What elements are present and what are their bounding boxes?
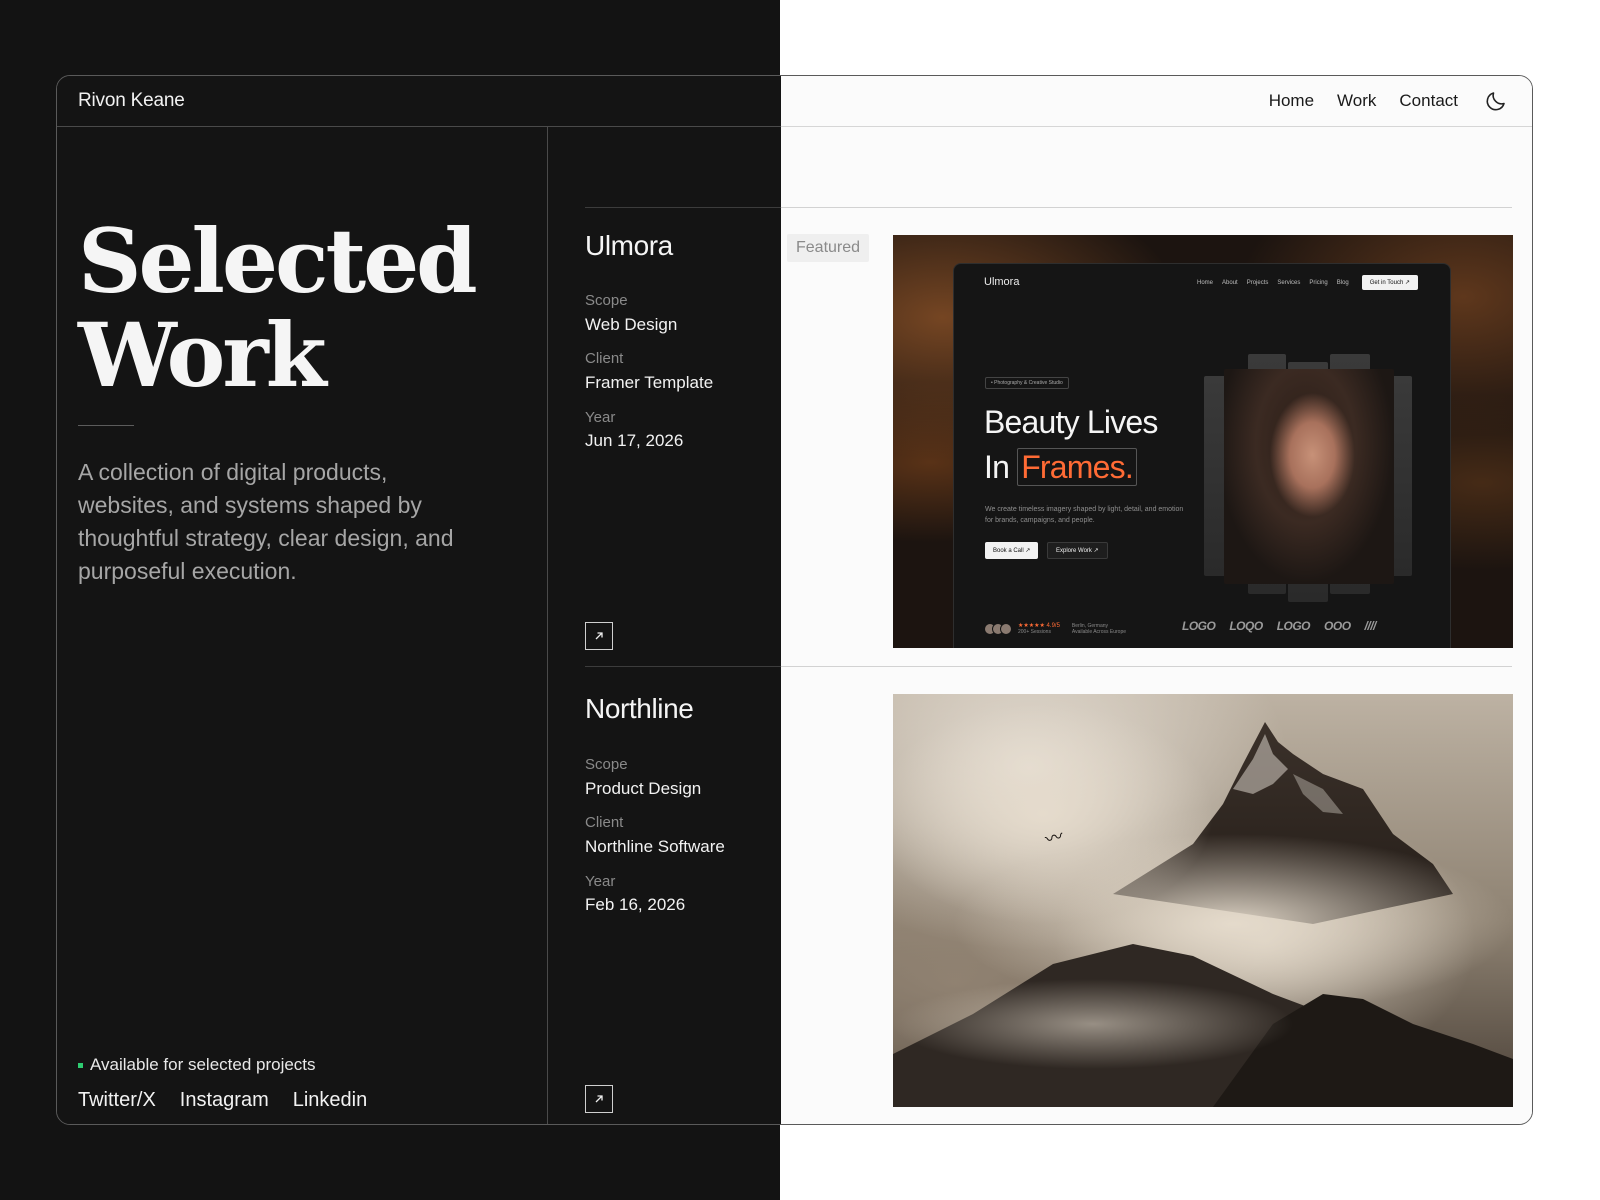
website-mockup: Ulmora Home About Projects Services Pric… — [953, 263, 1451, 648]
header-divider — [781, 126, 1532, 127]
mockup-nav-item: Home — [1197, 280, 1214, 286]
mockup-nav-item: Services — [1277, 280, 1301, 286]
page-description: A collection of digital products, websit… — [78, 459, 454, 584]
availability-status: Available for selected projects — [78, 1055, 316, 1075]
mockup-portrait — [1224, 369, 1394, 584]
scope-label: Scope — [585, 756, 628, 773]
logo-icon: OOO — [1324, 619, 1351, 633]
mockup-rating: ★★★★★ 4.9/5 200+ Sessions Berlin, German… — [984, 622, 1126, 635]
portfolio-window: Rivon Keane Home Work Contact Selected W… — [56, 75, 1533, 1125]
open-project-button[interactable] — [585, 622, 613, 650]
title-rule — [78, 425, 134, 426]
arrow-up-right-icon — [595, 632, 603, 640]
availability-text: Available for selected projects — [90, 1055, 316, 1074]
social-instagram[interactable]: Instagram — [180, 1089, 269, 1112]
logo-icon: LOGO — [1182, 619, 1216, 633]
brand-name[interactable]: Rivon Keane — [78, 90, 185, 112]
scope-value: Product Design — [585, 779, 702, 798]
logo-icon: //// — [1364, 619, 1377, 633]
project-divider — [585, 207, 781, 208]
logo-icon: LOQO — [1229, 619, 1263, 633]
mockup-nav-item: Blog — [1336, 280, 1349, 286]
mockup-nav-item: About — [1222, 280, 1238, 286]
mockup-nav-item: Projects — [1246, 280, 1269, 286]
year-value: Feb 16, 2026 — [585, 895, 686, 914]
nav-contact[interactable]: Contact — [1399, 91, 1458, 111]
project-preview-image[interactable]: 〰 — [893, 694, 1513, 1107]
page-title: Selected Work — [78, 209, 478, 407]
mockup-brand: Ulmora — [984, 276, 1020, 288]
social-linkedin[interactable]: Linkedin — [293, 1089, 368, 1112]
year-value: Jun 17, 2026 — [585, 431, 684, 450]
mockup-nav: Home About Projects Services Pricing Blo… — [1197, 280, 1349, 286]
client-value: Framer Template — [585, 373, 714, 392]
nav-work[interactable]: Work — [1337, 91, 1376, 111]
featured-badge: Featured — [787, 234, 870, 262]
mockup-logos: LOGO LOQO LOGO OOO //// — [1182, 619, 1376, 633]
social-twitter[interactable]: Twitter/X — [78, 1089, 156, 1112]
client-label: Client — [585, 814, 624, 831]
arrow-up-right-icon — [595, 1095, 603, 1103]
status-dot-icon — [78, 1062, 83, 1068]
avatar-group — [984, 622, 1012, 635]
mockup-headline: Beauty Lives In Frames. — [984, 404, 1158, 486]
nav-home[interactable]: Home — [1269, 91, 1314, 111]
moon-icon[interactable] — [1484, 89, 1508, 113]
scope-value: Web Design — [585, 315, 678, 334]
mockup-primary-button: Book a Call ↗ — [985, 542, 1039, 559]
site-header: Rivon Keane Home Work Contact — [57, 76, 1532, 127]
year-label: Year — [585, 409, 616, 426]
client-value: Northline Software — [585, 837, 725, 856]
mockup-cta: Get in Touch ↗ — [1361, 275, 1418, 290]
mockup-tag: • Photography & Creative Studio — [985, 377, 1069, 389]
scope-label: Scope — [585, 292, 628, 309]
project-preview-image[interactable]: Ulmora Home About Projects Services Pric… — [893, 235, 1513, 648]
logo-icon: LOGO — [1276, 619, 1311, 633]
open-project-button[interactable] — [585, 1085, 613, 1113]
column-divider — [547, 127, 548, 1124]
year-label: Year — [585, 873, 616, 890]
project-divider — [585, 666, 781, 667]
project-title[interactable]: Ulmora — [585, 230, 673, 262]
project-title[interactable]: Northline — [585, 693, 694, 725]
mockup-secondary-button: Explore Work ↗ — [1047, 542, 1108, 559]
mockup-nav-item: Pricing — [1309, 280, 1328, 286]
project-divider — [781, 207, 1512, 208]
mockup-subtext: We create timeless imagery shaped by lig… — [985, 506, 1184, 524]
client-label: Client — [585, 350, 624, 367]
mountain-illustration — [893, 704, 1513, 1107]
project-divider — [781, 666, 1512, 667]
main-nav: Home Work Contact — [1269, 91, 1458, 111]
social-links: Twitter/X Instagram Linkedin — [78, 1089, 367, 1112]
